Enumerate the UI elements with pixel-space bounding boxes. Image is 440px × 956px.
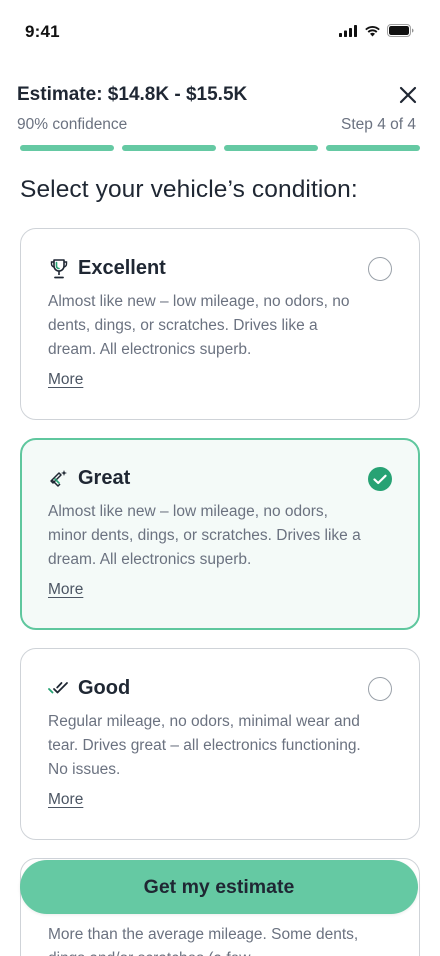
more-link[interactable]: More — [48, 791, 83, 809]
progress-segment-2 — [122, 145, 216, 151]
close-icon — [399, 86, 417, 104]
option-title: Excellent — [78, 257, 166, 279]
battery-icon — [387, 24, 414, 37]
close-button[interactable] — [396, 83, 420, 107]
wifi-icon — [365, 25, 380, 36]
option-description: Almost like new – low mileage, no odors,… — [48, 293, 350, 358]
question-heading: Select your vehicle’s condition: — [20, 176, 358, 203]
condition-option-great[interactable]: Great Almost like new – low mileage, no … — [20, 438, 420, 630]
progress-bar — [20, 145, 420, 151]
sparkle-tag-icon — [48, 468, 70, 490]
option-header: Excellent — [48, 257, 166, 280]
condition-option-good[interactable]: Good Regular mileage, no odors, minimal … — [20, 648, 420, 840]
progress-segment-4 — [326, 145, 420, 151]
option-description: More than the average mileage. Some dent… — [48, 926, 359, 956]
status-icons — [339, 24, 414, 37]
radio-button[interactable] — [368, 257, 392, 281]
radio-button-selected[interactable] — [368, 467, 392, 491]
trophy-icon — [48, 258, 70, 280]
step-indicator: Step 4 of 4 — [341, 116, 416, 133]
more-link[interactable]: More — [48, 371, 83, 389]
confidence-label: 90% confidence — [17, 116, 128, 133]
checkmark-icon — [373, 474, 387, 484]
option-description: Regular mileage, no odors, minimal wear … — [48, 713, 361, 778]
condition-option-excellent[interactable]: Excellent Almost like new – low mileage,… — [20, 228, 420, 420]
double-check-icon — [48, 678, 70, 700]
status-bar: 9:41 — [0, 0, 440, 62]
get-estimate-button[interactable]: Get my estimate — [20, 860, 418, 914]
more-link[interactable]: More — [48, 581, 83, 599]
progress-segment-3 — [224, 145, 318, 151]
option-header: Great — [48, 467, 130, 490]
signal-icon — [339, 24, 357, 37]
option-description: Almost like new – low mileage, no odors,… — [48, 503, 361, 568]
status-time: 9:41 — [25, 22, 60, 41]
option-header: Good — [48, 677, 130, 700]
estimate-range: Estimate: $14.8K - $15.5K — [17, 84, 248, 105]
radio-button[interactable] — [368, 677, 392, 701]
option-title: Great — [78, 467, 131, 489]
progress-segment-1 — [20, 145, 114, 151]
option-title: Good — [78, 677, 131, 699]
